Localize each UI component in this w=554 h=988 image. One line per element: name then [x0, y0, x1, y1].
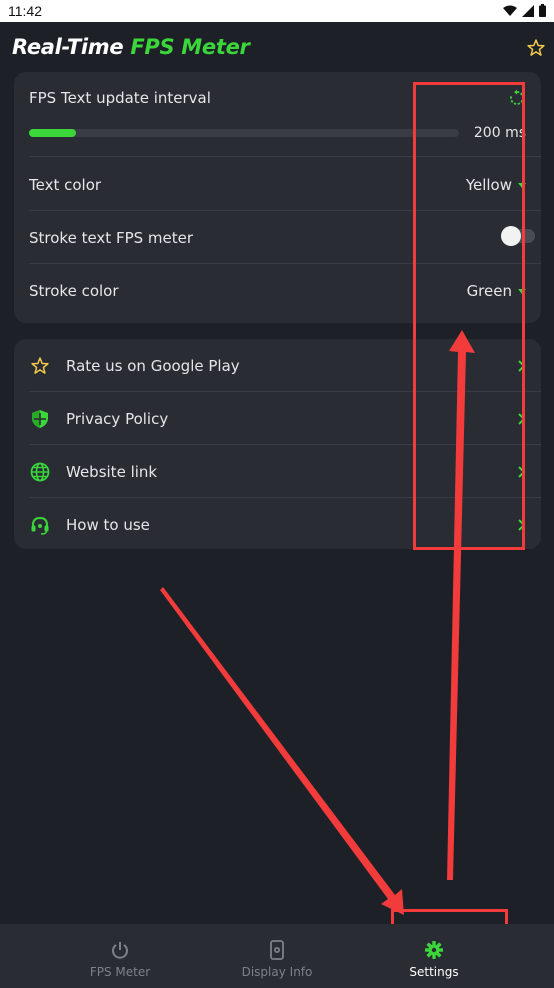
phone-gear-icon [270, 940, 284, 960]
link-label: Website link [66, 462, 158, 481]
nav-fps-meter[interactable]: FPS Meter [60, 924, 180, 988]
nav-settings[interactable]: Settings [374, 924, 494, 988]
app-title: Real-Time FPS Meter [12, 35, 250, 59]
power-icon [112, 942, 128, 959]
status-bar: 11:42 [0, 0, 554, 22]
favorite-star-icon[interactable] [526, 38, 546, 58]
wifi-icon [503, 5, 517, 16]
app-title-prefix: Real-Time [12, 35, 131, 59]
nav-label: Display Info [241, 965, 313, 979]
link-label: Rate us on Google Play [66, 356, 240, 375]
interval-label: FPS Text update interval [29, 89, 211, 107]
status-icons [503, 4, 546, 17]
gear-icon [425, 941, 443, 959]
nav-label: FPS Meter [89, 965, 151, 979]
globe-icon [29, 461, 51, 483]
link-label: How to use [66, 515, 150, 534]
stroke-color-label: Stroke color [29, 282, 119, 300]
stroke-label: Stroke text FPS meter [29, 229, 194, 247]
link-label: Privacy Policy [66, 409, 169, 428]
annotation-arrow-down [160, 587, 404, 915]
nav-display-info[interactable]: Display Info [217, 924, 337, 988]
text-color-label: Text color [29, 176, 102, 194]
star-icon [29, 355, 51, 377]
nav-label: Settings [409, 965, 459, 979]
annotation-highlight-box [413, 82, 525, 550]
shield-icon [29, 408, 51, 430]
battery-icon [539, 4, 546, 17]
signal-icon [522, 4, 534, 17]
headset-icon [29, 514, 51, 536]
app-title-accent: FPS Meter [130, 35, 250, 59]
status-time: 11:42 [8, 3, 42, 19]
app-header: Real-Time FPS Meter [0, 22, 554, 72]
bottom-nav: FPS Meter Display Info Settings [0, 924, 554, 988]
